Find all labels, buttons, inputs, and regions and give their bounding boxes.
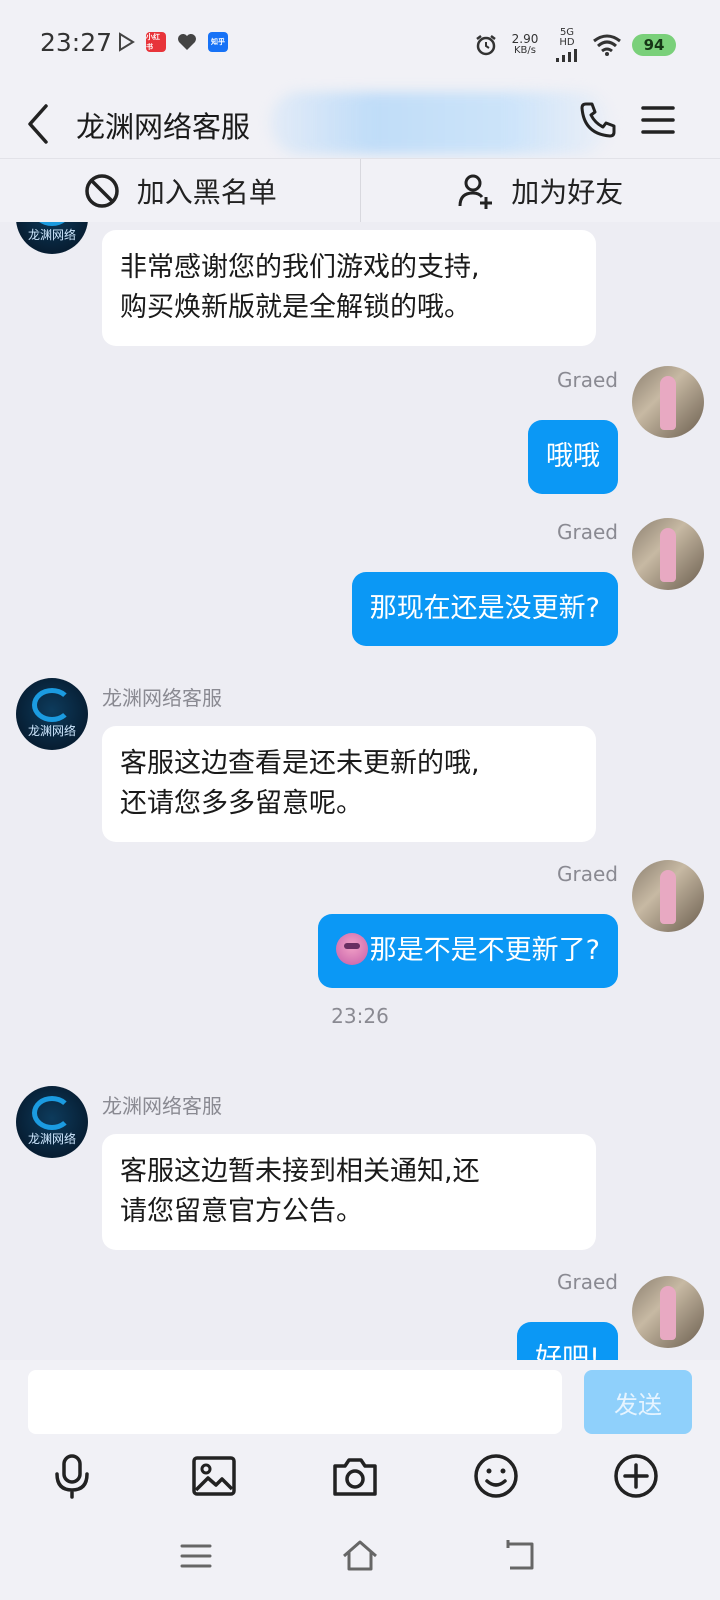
message-bubble-received[interactable]: 非常感谢您的我们游戏的支持, 购买焕新版就是全解锁的哦。 — [102, 230, 596, 346]
message-bubble-sent[interactable]: 哦哦 — [528, 420, 618, 494]
agent-avatar[interactable]: 龙渊网络 — [16, 222, 88, 254]
status-right: 2.90 KB/s 5G HD 94 — [474, 28, 676, 62]
logo-swirl — [32, 688, 72, 722]
net-speed-value: 2.90 — [511, 32, 539, 46]
system-nav-bar — [0, 1536, 720, 1584]
sender-name: Graed — [557, 520, 618, 544]
notification-icons: 小红书 知乎 — [116, 32, 228, 52]
net-speed-unit: KB/s — [514, 45, 536, 56]
logo-swirl — [32, 1096, 72, 1130]
image-icon[interactable] — [190, 1452, 238, 1500]
sender-name: 龙渊网络客服 — [102, 686, 222, 710]
chat-header: 龙渊网络客服 — [0, 88, 720, 158]
heart-icon — [178, 34, 196, 50]
message-bubble-sent[interactable]: 那是不是不更新了? — [317, 914, 618, 988]
sender-name: 龙渊网络客服 — [102, 1094, 222, 1118]
message-line: 客服这边暂未接到相关通知,还 — [120, 1156, 480, 1187]
signal-icon — [556, 49, 577, 62]
alarm-icon — [476, 35, 496, 56]
avatar-figure — [660, 376, 676, 430]
plus-icon[interactable] — [612, 1452, 660, 1500]
send-button[interactable]: 发送 — [584, 1370, 692, 1434]
chat-title: 龙渊网络客服 — [76, 110, 251, 144]
avatar-logo-text: 龙渊网络 — [27, 1132, 76, 1146]
avatar-figure — [660, 528, 676, 582]
zhihu-icon: 知乎 — [208, 32, 228, 52]
xiaohongshu-icon: 小红书 — [146, 32, 166, 52]
add-friend-label: 加为好友 — [511, 175, 624, 209]
message-bubble-received[interactable]: 客服这边查看是还未更新的哦, 还请您多多留意呢。 — [102, 726, 596, 842]
battery-indicator: 94 — [632, 34, 676, 56]
message-line: 请您留意官方公告。 — [120, 1196, 363, 1227]
menu-icon[interactable] — [640, 102, 676, 138]
recent-apps-icon[interactable] — [176, 1536, 216, 1576]
message-bubble-sent[interactable]: 好吧! — [517, 1322, 618, 1360]
sender-name: Graed — [557, 862, 618, 886]
sender-name: Graed — [557, 1270, 618, 1294]
blacklist-label: 加入黑名单 — [136, 175, 277, 209]
message-input[interactable] — [28, 1370, 562, 1434]
contact-action-bar: 加入黑名单 加为好友 — [0, 158, 720, 222]
composer-toolbar — [0, 1452, 720, 1512]
pink-face-emoji-icon — [335, 933, 368, 965]
composer: 发送 — [0, 1360, 720, 1600]
agent-avatar[interactable]: 龙渊网络 — [16, 1086, 88, 1158]
add-user-icon — [458, 174, 493, 209]
status-time: 23:27 — [40, 28, 113, 57]
block-icon — [84, 173, 119, 208]
microphone-icon[interactable] — [48, 1452, 96, 1500]
message-text: 那是不是不更新了? — [369, 935, 600, 966]
status-bar: 23:27 小红书 知乎 2.90 KB/s 5G HD 94 — [0, 0, 720, 88]
signal-block: 5G HD — [552, 28, 582, 62]
user-avatar[interactable] — [632, 366, 704, 438]
net-type: 5G HD — [559, 27, 575, 48]
message-timestamp: 23:26 — [331, 1004, 389, 1028]
wifi-icon — [593, 34, 621, 56]
back-arrow-icon[interactable] — [24, 98, 54, 148]
sender-name: Graed — [557, 368, 618, 392]
message-line: 购买焕新版就是全解锁的哦。 — [120, 292, 471, 323]
message-list[interactable]: 龙渊网络 非常感谢您的我们游戏的支持, 购买焕新版就是全解锁的哦。 Graed … — [0, 222, 720, 1360]
network-speed: 2.90 KB/s — [508, 33, 542, 57]
avatar-figure — [660, 1286, 676, 1340]
message-line: 还请您多多留意呢。 — [120, 788, 363, 819]
user-avatar[interactable] — [632, 860, 704, 932]
message-bubble-received[interactable]: 客服这边暂未接到相关通知,还 请您留意官方公告。 — [102, 1134, 596, 1250]
message-line: 非常感谢您的我们游戏的支持, — [120, 252, 480, 283]
agent-avatar[interactable]: 龙渊网络 — [16, 678, 88, 750]
emoji-icon[interactable] — [472, 1452, 520, 1500]
play-store-icon — [119, 32, 135, 52]
user-avatar[interactable] — [632, 1276, 704, 1348]
avatar-figure — [660, 870, 676, 924]
back-nav-icon[interactable] — [500, 1536, 540, 1576]
redacted-area — [270, 92, 610, 154]
message-bubble-sent[interactable]: 那现在还是没更新? — [351, 572, 618, 646]
message-line: 客服这边查看是还未更新的哦, — [120, 748, 480, 779]
avatar-logo-text: 龙渊网络 — [27, 228, 76, 242]
phone-icon[interactable] — [578, 100, 618, 140]
avatar-logo-text: 龙渊网络 — [27, 724, 76, 738]
add-friend-button[interactable]: 加为好友 — [361, 159, 720, 222]
blacklist-button[interactable]: 加入黑名单 — [0, 159, 360, 222]
camera-icon[interactable] — [331, 1452, 379, 1500]
user-avatar[interactable] — [632, 518, 704, 590]
home-icon[interactable] — [340, 1536, 380, 1576]
